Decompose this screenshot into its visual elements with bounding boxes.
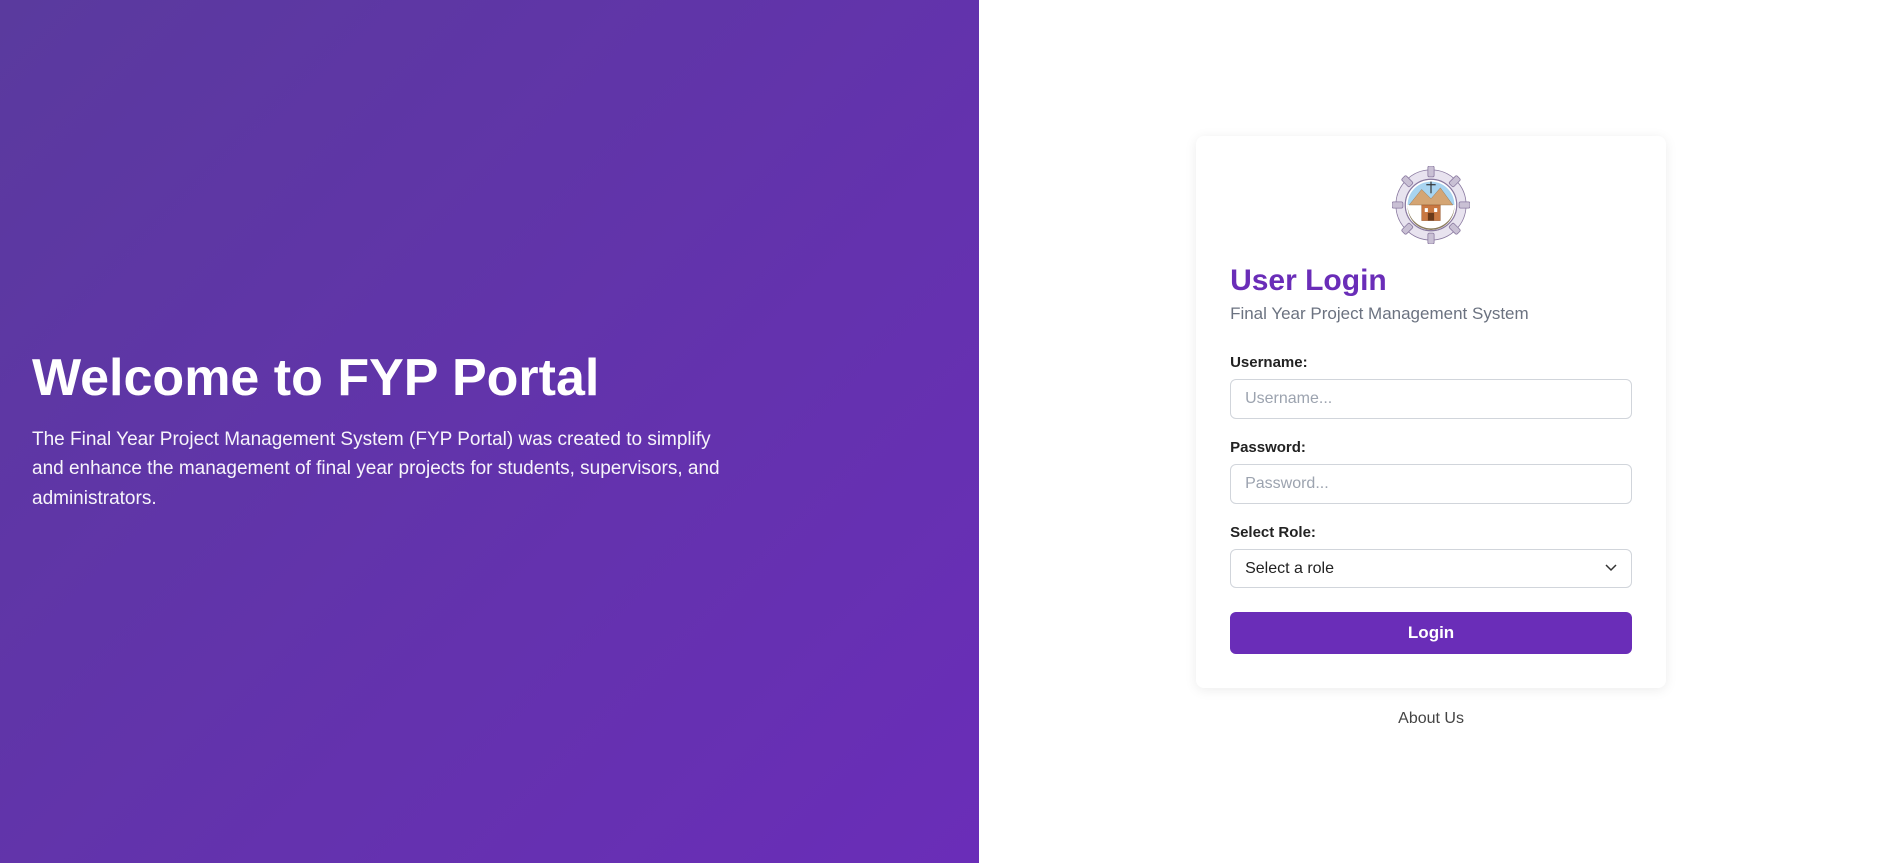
about-us-link[interactable]: About Us — [1398, 710, 1464, 728]
role-label: Select Role: — [1230, 524, 1632, 541]
username-input[interactable] — [1230, 379, 1632, 419]
welcome-description: The Final Year Project Management System… — [32, 425, 732, 513]
role-select[interactable]: Select a role — [1230, 549, 1632, 588]
role-group: Select Role: Select a role — [1230, 524, 1632, 588]
login-subtitle: Final Year Project Management System — [1230, 304, 1632, 324]
login-card: User Login Final Year Project Management… — [1196, 136, 1666, 688]
institution-logo-icon — [1392, 166, 1470, 244]
username-group: Username: — [1230, 354, 1632, 419]
welcome-panel: Welcome to FYP Portal The Final Year Pro… — [0, 0, 979, 863]
login-panel: User Login Final Year Project Management… — [979, 0, 1883, 863]
password-label: Password: — [1230, 439, 1632, 456]
welcome-title: Welcome to FYP Portal — [32, 350, 947, 407]
logo-container — [1230, 166, 1632, 244]
username-label: Username: — [1230, 354, 1632, 371]
password-group: Password: — [1230, 439, 1632, 504]
password-input[interactable] — [1230, 464, 1632, 504]
login-button[interactable]: Login — [1230, 612, 1632, 654]
login-title: User Login — [1230, 264, 1632, 298]
